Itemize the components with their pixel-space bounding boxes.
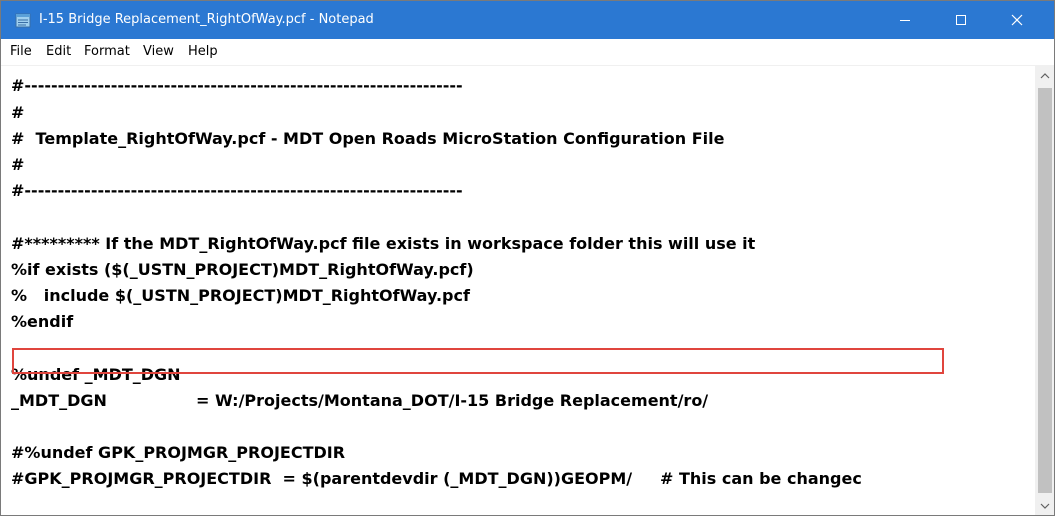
highlighted-text-line: _MDT_DGN = W:/Projects/Montana_DOT/I-15 … bbox=[11, 391, 709, 410]
text-line: #%undef GPK_PROJMGR_PROJECTDIR bbox=[11, 443, 346, 462]
text-line: %if exists ($(_USTN_PROJECT)MDT_RightOfW… bbox=[11, 260, 474, 279]
maximize-icon bbox=[956, 15, 966, 25]
text-line: #---------------------------------------… bbox=[11, 181, 463, 200]
text-line: #GPK_PROJMGR_PROJECTDIR = $(parentdevdir… bbox=[11, 469, 862, 488]
text-line: %endif bbox=[11, 312, 74, 331]
text-line: # bbox=[11, 103, 25, 122]
menu-view[interactable]: View bbox=[138, 39, 179, 65]
close-button[interactable] bbox=[989, 1, 1045, 39]
maximize-button[interactable] bbox=[933, 1, 989, 39]
menu-bar: File Edit Format View Help bbox=[1, 39, 1054, 65]
scroll-up-arrow-icon bbox=[1040, 73, 1050, 79]
close-icon bbox=[1011, 14, 1023, 26]
title-bar[interactable]: I-15 Bridge Replacement_RightOfWay.pcf -… bbox=[1, 1, 1054, 39]
menu-file[interactable]: File bbox=[5, 39, 37, 65]
text-line: #---------------------------------------… bbox=[11, 76, 463, 95]
text-line: # Template_RightOfWay.pcf - MDT Open Roa… bbox=[11, 129, 725, 148]
scroll-up-button[interactable] bbox=[1035, 66, 1054, 86]
minimize-button[interactable] bbox=[877, 1, 933, 39]
minimize-icon bbox=[900, 20, 910, 21]
menu-edit[interactable]: Edit bbox=[41, 39, 76, 65]
notepad-icon bbox=[15, 13, 31, 28]
scroll-thumb[interactable] bbox=[1038, 88, 1052, 493]
notepad-window: I-15 Bridge Replacement_RightOfWay.pcf -… bbox=[0, 0, 1055, 516]
menu-help[interactable]: Help bbox=[183, 39, 223, 65]
text-line: % include $(_USTN_PROJECT)MDT_RightOfWay… bbox=[11, 286, 470, 305]
text-editor[interactable]: #---------------------------------------… bbox=[1, 66, 1035, 515]
text-line: # bbox=[11, 155, 25, 174]
scroll-down-button[interactable] bbox=[1035, 496, 1054, 515]
highlight-box bbox=[12, 348, 944, 374]
window-title: I-15 Bridge Replacement_RightOfWay.pcf -… bbox=[39, 12, 374, 27]
vertical-scrollbar[interactable] bbox=[1035, 66, 1054, 515]
menu-format[interactable]: Format bbox=[79, 39, 135, 65]
text-line: #********* If the MDT_RightOfWay.pcf fil… bbox=[11, 234, 756, 253]
scroll-down-arrow-icon bbox=[1040, 503, 1050, 509]
